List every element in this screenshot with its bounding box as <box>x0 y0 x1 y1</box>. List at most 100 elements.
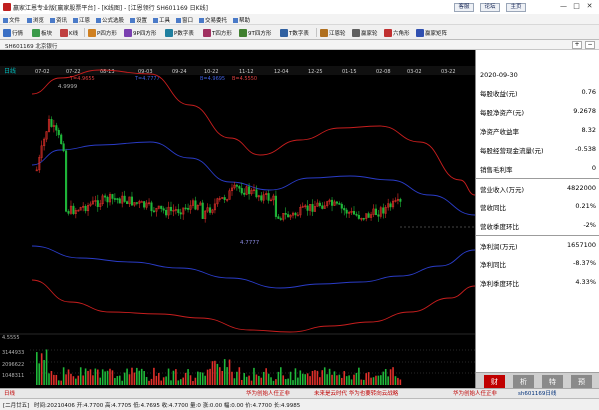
volume-bar <box>38 363 41 385</box>
candle-body <box>357 214 360 219</box>
candle-body <box>165 209 168 216</box>
tool-hexagon[interactable]: 六角形 <box>384 28 410 38</box>
volume-bar <box>160 380 163 385</box>
menu-trade[interactable]: 交易委托 <box>199 16 227 24</box>
volume-bar <box>197 371 199 385</box>
volume-bar <box>206 369 209 385</box>
tool-t-square[interactable]: T四方形 <box>203 28 232 38</box>
tool-9t-square[interactable]: 9T四方形 <box>239 28 271 38</box>
t-square-icon <box>203 29 211 37</box>
candle-body <box>187 208 190 210</box>
tool-quotes[interactable]: 行情 <box>3 28 23 38</box>
tab-finance[interactable]: 财 <box>484 375 505 389</box>
info-row-roe: 净资产收益率 8.32 <box>480 126 596 136</box>
tab-analysis[interactable]: 析 <box>513 375 534 389</box>
candle-body <box>377 214 380 217</box>
kline-chart-canvas[interactable]: 日线 07-02 07-22 08-13 09-03 09-24 10-22 11-12 12… <box>0 50 475 391</box>
volume-bar <box>97 369 99 385</box>
tool-kline[interactable]: K线 <box>60 28 78 38</box>
volume-bar <box>99 377 102 385</box>
candle-body <box>294 212 297 216</box>
candle-body <box>330 199 334 206</box>
zoom-in-button[interactable]: + <box>572 41 582 49</box>
volume-bar <box>94 368 97 385</box>
tool-9p-square[interactable]: 9P四方形 <box>124 28 156 38</box>
menu-settings[interactable]: 设置 <box>130 16 147 24</box>
menu-info[interactable]: 资讯 <box>50 16 67 24</box>
tool-sector[interactable]: 板块 <box>32 28 52 38</box>
tool-winner-matrix[interactable]: 赢家矩阵 <box>416 28 447 38</box>
menu-formula-screen[interactable]: 公式选股 <box>96 16 124 24</box>
menu-browse[interactable]: 浏览 <box>27 16 44 24</box>
tool-p-table[interactable]: P数字表 <box>165 28 194 38</box>
candle-body <box>152 210 155 213</box>
volume-bar <box>158 372 160 385</box>
forum-button[interactable]: 论坛 <box>480 3 500 12</box>
volume-bar <box>243 373 245 385</box>
news-item-2[interactable]: 未来是云时代 华为也要转向云战略 <box>314 390 398 398</box>
tool-t-table[interactable]: T数字表 <box>280 28 309 38</box>
maximize-icon[interactable]: □ <box>572 2 581 11</box>
volume-bar <box>394 376 397 385</box>
volume-bar <box>199 372 202 385</box>
candle-body <box>116 198 119 200</box>
volume-bar <box>260 377 263 385</box>
menu-help[interactable]: 帮助 <box>233 16 250 24</box>
volume-bar <box>336 375 338 385</box>
news-item-1[interactable]: 华为创始人任正非 <box>246 390 290 398</box>
menu-tools[interactable]: 工具 <box>153 16 170 24</box>
menu-gann[interactable]: 江恩 <box>73 16 90 24</box>
menu-file[interactable]: 文件 <box>3 16 20 24</box>
candle-body <box>335 201 338 204</box>
volume-bar <box>45 349 48 385</box>
date-tick-label: 12-25 <box>308 69 323 75</box>
volume-bar <box>101 369 104 385</box>
volume-bar <box>240 379 243 385</box>
volume-bar <box>319 377 321 385</box>
ticker-tab-daily[interactable]: 日线 <box>4 390 15 398</box>
candle-body <box>343 208 346 211</box>
candle-body <box>65 150 68 212</box>
info-row-cashflow: 每股经营现金流量(元) -0.538 <box>480 145 596 155</box>
volume-bar <box>92 375 94 385</box>
volume-bar <box>194 377 197 385</box>
news-item-3[interactable]: 华为创始人任正非 <box>453 390 497 398</box>
volume-bar <box>133 372 136 385</box>
kline-chart[interactable]: 日线 07-02 07-22 08-13 09-03 09-24 10-22 11-12 12… <box>0 50 475 391</box>
volume-bar <box>304 374 306 385</box>
tab-forecast[interactable]: 预 <box>571 375 592 389</box>
candle-body <box>50 119 53 127</box>
candle-body <box>84 205 87 212</box>
kline-icon <box>60 29 68 37</box>
volume-bar <box>106 370 109 385</box>
volume-bar <box>297 377 299 385</box>
hexagon-icon <box>384 29 392 37</box>
tab-special[interactable]: 特 <box>542 375 563 389</box>
volume-bar <box>362 379 365 385</box>
volume-bar <box>36 352 38 385</box>
volume-bar <box>331 374 333 385</box>
volume-bar <box>343 371 346 385</box>
tool-winner-wheel[interactable]: 赢家轮 <box>352 28 378 38</box>
volume-bar <box>50 371 53 385</box>
volume-bars <box>36 349 402 385</box>
date-tick-label: 03-22 <box>441 69 456 75</box>
sector-icon <box>32 29 40 37</box>
candle-body <box>287 214 290 218</box>
volume-bar <box>53 374 55 385</box>
volume-bar <box>84 368 87 385</box>
volume-axis-top: 4.5555 <box>2 335 20 341</box>
zoom-out-button[interactable]: − <box>585 41 595 49</box>
homepage-button[interactable]: 主页 <box>506 3 526 12</box>
volume-bar <box>382 371 385 385</box>
volume-bar <box>219 367 221 385</box>
close-icon[interactable]: ✕ <box>585 2 594 11</box>
menu-window[interactable]: 窗口 <box>176 16 193 24</box>
tool-p-square[interactable]: P四方形 <box>88 28 117 38</box>
tool-gann-wheel[interactable]: 江恩轮 <box>320 28 346 38</box>
customer-service-button[interactable]: 客服 <box>454 3 474 12</box>
volume-bar <box>348 375 350 385</box>
volume-bar <box>179 379 182 385</box>
minimize-icon[interactable]: — <box>559 2 568 11</box>
volume-bar <box>165 376 167 385</box>
